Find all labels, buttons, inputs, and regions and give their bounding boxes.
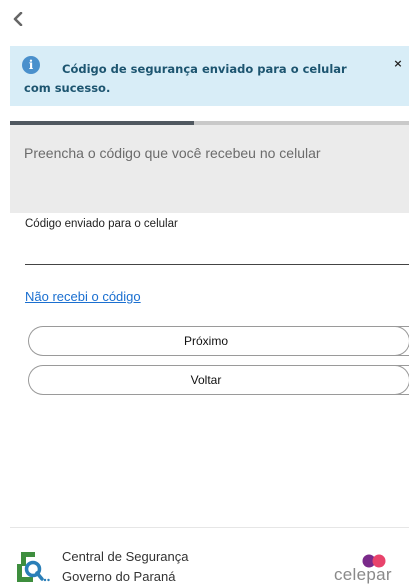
instruction-panel: Preencha o código que você recebeu no ce… [10, 125, 409, 213]
close-icon[interactable]: × [392, 57, 404, 70]
central-seguranca-logo [17, 552, 50, 582]
back-button[interactable] [9, 9, 27, 29]
footer-text: Central de Segurança Governo do Paraná [62, 547, 188, 587]
back-form-button[interactable]: Voltar [28, 365, 409, 395]
success-alert: i Código de segurança enviado para o cel… [10, 46, 409, 106]
alert-message: Código de segurança enviado para o celul… [24, 62, 347, 95]
footer-divider [10, 527, 409, 528]
code-field-label: Código enviado para o celular [25, 218, 178, 230]
next-button[interactable]: Próximo [28, 326, 409, 356]
chevron-left-icon [13, 12, 23, 26]
footer-line-1: Central de Segurança [62, 549, 189, 564]
code-input[interactable] [25, 238, 409, 265]
footer-line-2: Governo do Paraná [62, 569, 176, 584]
instruction-text: Preencha o código que você recebeu no ce… [24, 145, 321, 161]
celepar-logo-text: celepar [334, 565, 392, 584]
resend-code-link[interactable]: Não recebi o código [25, 289, 141, 304]
